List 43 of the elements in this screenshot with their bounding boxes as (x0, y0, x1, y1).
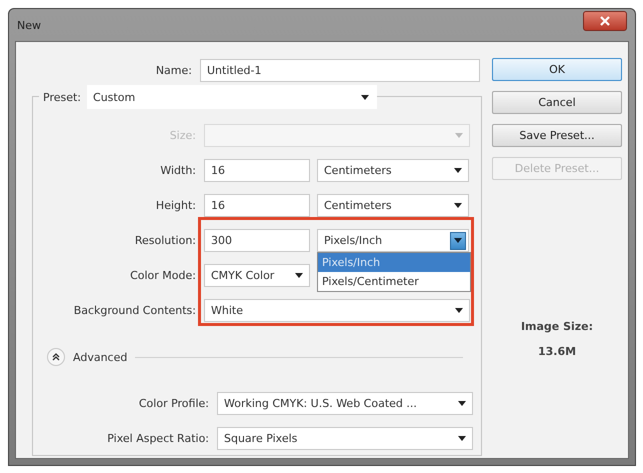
caret-icon (458, 436, 466, 441)
field-label: Resolution: (134, 234, 197, 247)
dropdown-option[interactable]: Pixels/Centimeter (318, 272, 470, 291)
field-label: Pixel Aspect Ratio: (106, 432, 210, 445)
field-label: Name: (154, 64, 193, 76)
field-label: Background Contents: (72, 304, 197, 317)
field-label: Size: (168, 129, 197, 142)
section-label: Advanced (73, 350, 128, 364)
caret-icon (455, 133, 463, 138)
caret-icon (295, 273, 303, 278)
select-dropdown[interactable]: Working CMYK: U.S. Web Coated ... (217, 392, 473, 415)
number-field[interactable]: 16 (204, 194, 310, 217)
field-label: Color Profile: (138, 397, 210, 410)
preset-dropdown[interactable]: Custom (87, 85, 378, 109)
caret-icon (455, 308, 463, 313)
unit-dropdown[interactable]: Centimeters (317, 159, 469, 182)
caret-icon (458, 401, 466, 406)
caret-icon (454, 238, 462, 243)
dialog-button[interactable]: Save Preset... (492, 124, 622, 147)
window-title: New (17, 18, 41, 32)
caret-icon (454, 203, 462, 208)
caret-icon (454, 168, 462, 173)
name-field[interactable]: Untitled-1 (200, 58, 480, 82)
image-size-value: 13.6M (538, 345, 576, 358)
dropdown-arrow-button[interactable] (450, 232, 466, 250)
chevron-icon (52, 353, 60, 361)
dialog-button[interactable]: Cancel (492, 91, 622, 114)
number-field[interactable]: 16 (204, 159, 310, 182)
number-field[interactable]: 300 (204, 229, 310, 252)
unit-dropdown[interactable]: Centimeters (317, 194, 469, 217)
close-icon (599, 16, 611, 26)
caret-icon (361, 94, 370, 100)
background-dropdown[interactable]: White (204, 299, 470, 322)
field-label: Height: (154, 199, 197, 212)
field-label: Color Mode: (129, 269, 197, 282)
expand-toggle-button[interactable] (47, 348, 65, 366)
field-label: Preset: (39, 90, 88, 104)
color-mode-dropdown[interactable]: CMYK Color (204, 264, 310, 287)
dialog-button[interactable]: OK (492, 58, 622, 81)
field-label: Width: (159, 164, 197, 177)
select-dropdown[interactable]: Square Pixels (217, 427, 473, 450)
image-size-label: Image Size: (520, 320, 594, 333)
close-button[interactable] (583, 11, 627, 31)
